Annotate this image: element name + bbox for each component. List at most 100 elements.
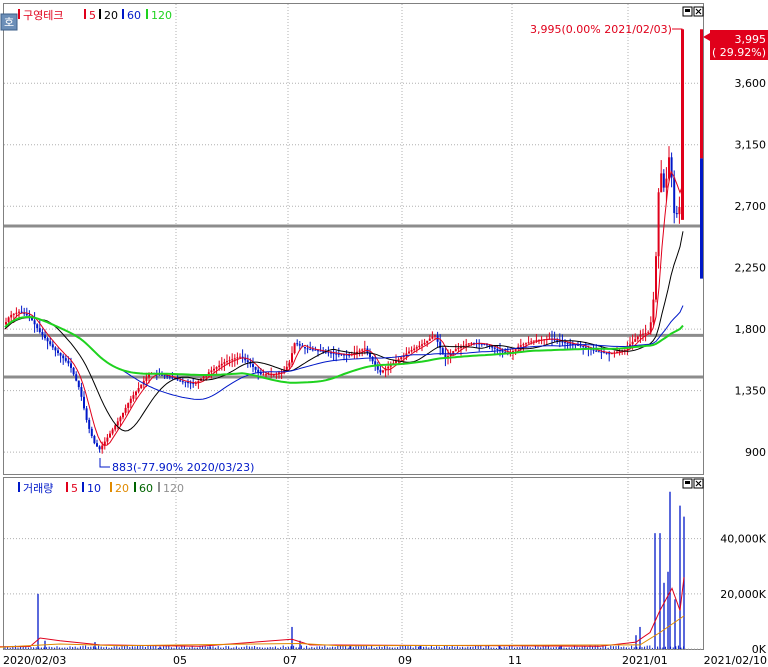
x-tick-last: 2021/02/10 — [704, 654, 767, 667]
candle-body — [665, 178, 668, 188]
svg-text:60: 60 — [139, 482, 153, 495]
candle-body — [647, 332, 650, 334]
candle-body — [98, 446, 101, 450]
candle-body — [603, 352, 605, 354]
y-tick: 20,000K — [720, 588, 766, 601]
candle-body — [202, 376, 205, 379]
candle-body — [166, 375, 169, 377]
candle-body — [54, 347, 57, 351]
candle-body — [114, 425, 117, 430]
high-annotation: 3,995(0.00% 2021/02/03) — [530, 23, 683, 36]
candle-body — [64, 358, 67, 361]
candle-body — [309, 348, 312, 350]
candle-body — [395, 361, 397, 363]
candle-body — [597, 351, 600, 353]
candle-body — [59, 352, 62, 356]
svg-text:( 29.92%): ( 29.92%) — [712, 46, 766, 59]
volume-maximize-icon[interactable] — [682, 478, 693, 489]
candle-body — [569, 343, 572, 345]
candle-body — [223, 362, 226, 364]
candle-body — [137, 388, 140, 392]
svg-text:60: 60 — [127, 9, 141, 22]
candle-body — [46, 338, 49, 342]
candle-body — [527, 342, 530, 344]
x-tick: 11 — [508, 654, 522, 667]
candle-body — [681, 29, 684, 220]
price-panel — [3, 3, 704, 475]
chart-settings-icon[interactable]: 호 — [0, 13, 18, 31]
candle-body — [431, 336, 434, 339]
candle-body — [51, 344, 54, 348]
candle-body — [317, 350, 319, 352]
volume-close-icon[interactable] — [693, 478, 704, 489]
candle-body — [90, 428, 93, 437]
candle-body — [181, 381, 184, 383]
candle-body — [330, 352, 332, 354]
candle-body — [418, 345, 421, 348]
y-tick: 2,250 — [735, 262, 767, 275]
candle-body — [428, 338, 431, 341]
candle-body — [213, 368, 215, 371]
candle-body — [600, 351, 603, 353]
stock-chart: 호 구영테크 5 20 60 120 거래량 5 10 20 60 120 3,… — [0, 3, 768, 667]
candle-body — [116, 421, 119, 426]
candle-body — [335, 353, 338, 355]
candle-body — [20, 311, 23, 313]
candle-body — [239, 356, 241, 358]
candle-body — [363, 348, 366, 350]
candle-body — [184, 381, 187, 383]
candle-body — [109, 433, 111, 438]
candle-body — [246, 360, 249, 363]
candle-body — [236, 357, 239, 359]
candle-body — [252, 364, 254, 367]
candle-body — [657, 192, 660, 257]
candle-body — [122, 412, 124, 418]
candle-body — [93, 436, 96, 444]
x-tick: 2020/02/03 — [3, 654, 66, 667]
candle-body — [634, 339, 637, 342]
candle-body — [189, 382, 192, 384]
candle-body — [579, 345, 582, 347]
candle-body — [38, 328, 41, 333]
candle-body — [410, 349, 413, 352]
candle-body — [387, 366, 390, 369]
candle-body — [215, 367, 218, 369]
candle-body — [119, 417, 122, 422]
candle-body — [675, 213, 678, 215]
candle-body — [519, 345, 522, 347]
close-icon[interactable] — [693, 6, 704, 17]
candle-body — [254, 366, 257, 370]
candle-body — [327, 352, 330, 354]
candle-body — [228, 360, 231, 362]
low-annotation: 883(-77.90% 2020/03/23) — [99, 458, 254, 474]
candle-body — [44, 335, 46, 339]
candle-body — [210, 370, 213, 373]
maximize-icon[interactable] — [682, 6, 693, 17]
candle-body — [530, 341, 533, 343]
candle-body — [678, 207, 681, 215]
candle-body — [584, 346, 587, 348]
candle-body — [288, 362, 291, 367]
candle-body — [231, 359, 234, 361]
candle-body — [434, 335, 436, 337]
candle-body — [457, 347, 460, 350]
candle-body — [75, 374, 78, 381]
svg-text:5: 5 — [89, 9, 96, 22]
candle-body — [244, 358, 247, 361]
candle-body — [501, 351, 504, 353]
candle-body — [5, 322, 7, 325]
candle-body — [660, 173, 663, 193]
candle-body — [423, 342, 426, 345]
candle-body — [644, 333, 647, 335]
candle-body — [192, 383, 195, 385]
candle-body — [171, 377, 174, 379]
candle-body — [15, 312, 18, 314]
candle-body — [140, 384, 143, 389]
candle-body — [631, 341, 634, 345]
candle-body — [72, 367, 75, 375]
candle-body — [673, 177, 676, 214]
candle-body — [337, 353, 340, 355]
candle-body — [522, 344, 525, 346]
candle-body — [296, 343, 299, 345]
x-tick: 05 — [173, 654, 187, 667]
